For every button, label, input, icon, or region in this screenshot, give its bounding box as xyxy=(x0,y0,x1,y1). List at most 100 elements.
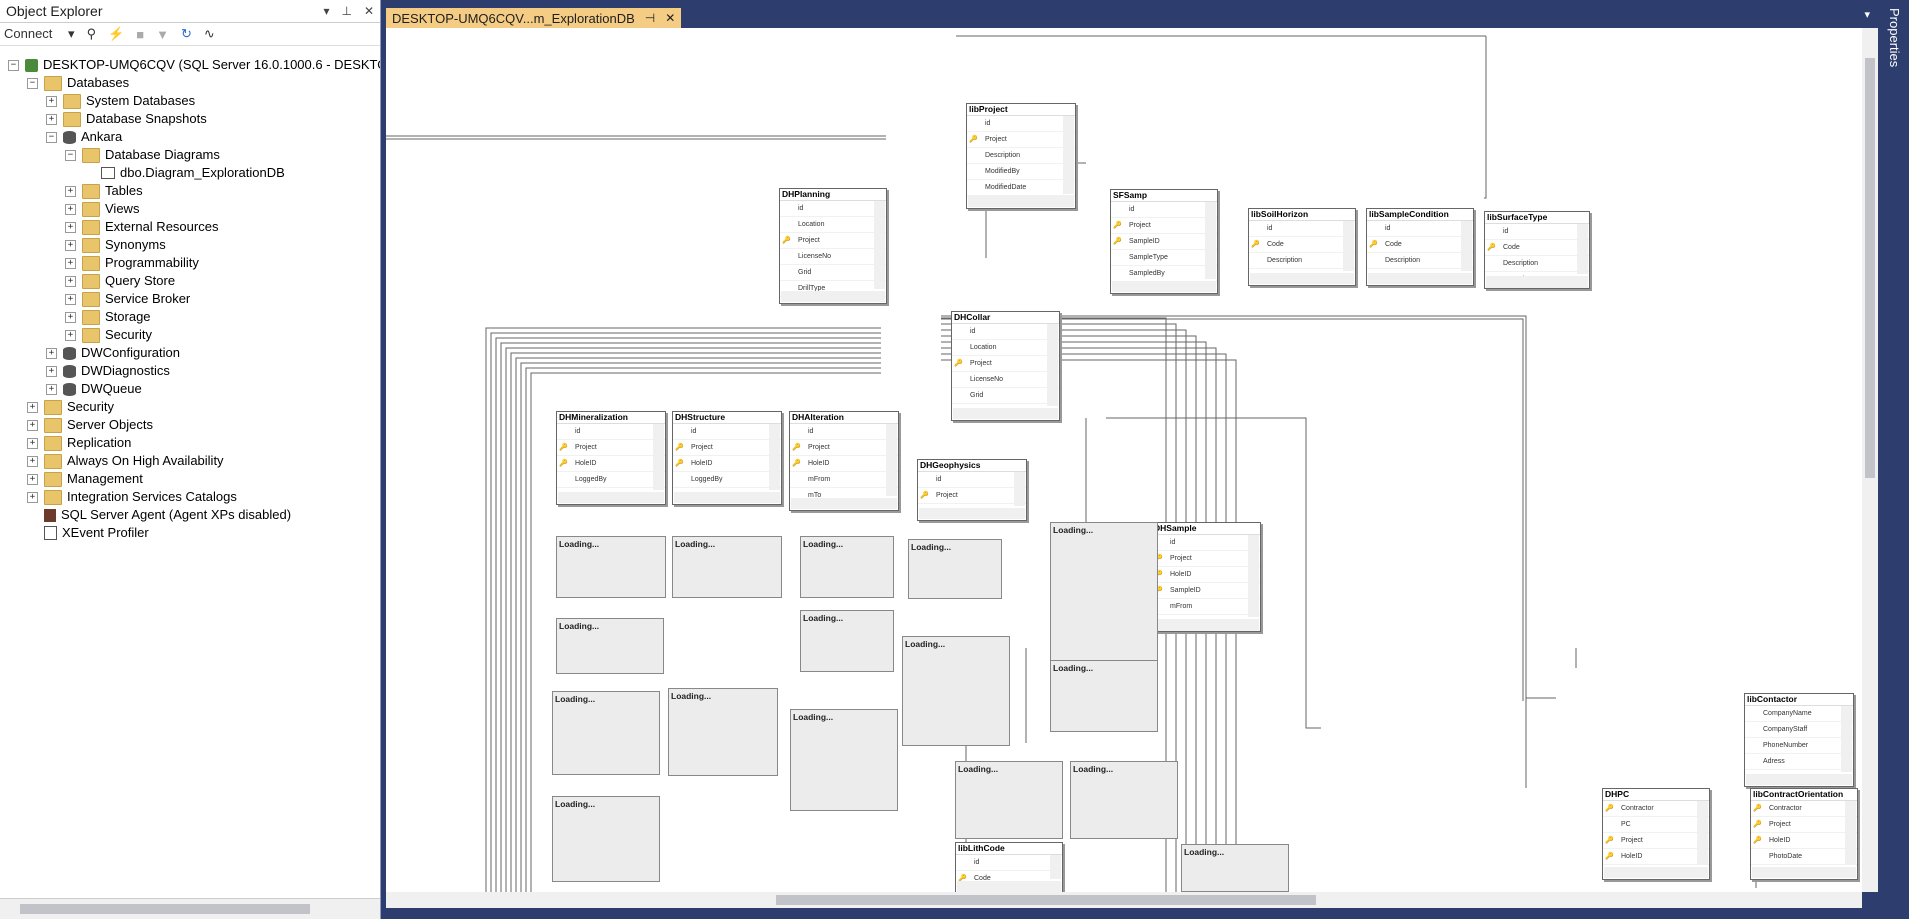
expand-icon[interactable]: + xyxy=(27,455,38,467)
relationship-line[interactable] xyxy=(1484,36,1487,199)
expand-icon[interactable]: + xyxy=(46,347,57,359)
table-column[interactable]: id xyxy=(1111,202,1217,218)
table-column[interactable]: LoggedBy xyxy=(557,472,665,488)
loading-table[interactable]: Loading... xyxy=(556,618,664,674)
table-column[interactable]: Project xyxy=(780,233,886,249)
diagram-vertical-scrollbar[interactable] xyxy=(1862,28,1878,892)
close-icon[interactable]: ✕ xyxy=(364,4,374,18)
table-column[interactable]: Contractor xyxy=(1751,801,1857,817)
expand-icon[interactable]: + xyxy=(46,113,57,125)
table-vertical-scrollbar[interactable] xyxy=(874,201,885,289)
table-column[interactable]: Contractor xyxy=(1603,801,1709,817)
table-horizontal-scrollbar[interactable] xyxy=(1752,867,1856,878)
loading-table[interactable]: Loading... xyxy=(790,709,898,811)
tree-node[interactable]: − DESKTOP-UMQ6CQV (SQL Server 16.0.1000.6… xyxy=(8,56,380,74)
table-column[interactable]: HoleID xyxy=(557,456,665,472)
table-vertical-scrollbar[interactable] xyxy=(886,424,897,496)
expand-icon[interactable]: + xyxy=(65,257,76,269)
table-libsoilhorizon[interactable]: libSoilHorizonidCodeDescription xyxy=(1248,208,1356,286)
tree-node[interactable]: + Storage xyxy=(65,308,151,326)
table-column[interactable]: Grid xyxy=(952,388,1059,404)
tree-node[interactable]: SQL Server Agent (Agent XPs disabled) xyxy=(27,506,291,524)
table-horizontal-scrollbar[interactable] xyxy=(919,508,1025,519)
loading-table[interactable]: Loading... xyxy=(552,691,660,775)
table-vertical-scrollbar[interactable] xyxy=(1050,855,1061,879)
scrollbar-thumb[interactable] xyxy=(20,904,310,914)
table-horizontal-scrollbar[interactable] xyxy=(674,492,780,503)
table-horizontal-scrollbar[interactable] xyxy=(1746,774,1852,785)
tree-node[interactable]: + System Databases xyxy=(46,92,195,110)
table-column[interactable]: SampleID xyxy=(1152,583,1260,599)
table-column[interactable]: CompanyName xyxy=(1745,706,1853,722)
table-column[interactable]: CompanyStaff xyxy=(1745,722,1853,738)
object-explorer-horizontal-scrollbar[interactable] xyxy=(0,898,380,919)
table-dhgeophysics[interactable]: DHGeophysicsidProject xyxy=(917,459,1027,521)
table-column[interactable]: id xyxy=(1485,224,1589,240)
table-dhalteration[interactable]: DHAlterationidProjectHoleIDmFrommTo xyxy=(789,411,899,511)
table-column[interactable]: Project xyxy=(1603,833,1709,849)
tree-node[interactable]: + External Resources xyxy=(65,218,218,236)
loading-table[interactable]: Loading... xyxy=(1070,761,1178,839)
table-libcontactor[interactable]: libContactor CompanyName CompanyStaff Phone… xyxy=(1744,693,1854,787)
table-vertical-scrollbar[interactable] xyxy=(1461,221,1472,271)
filter-icon[interactable]: ▼ xyxy=(156,27,169,42)
scrollbar-thumb[interactable] xyxy=(1865,58,1875,478)
table-column[interactable]: Description xyxy=(967,148,1075,164)
table-column[interactable]: SampleType xyxy=(1111,250,1217,266)
table-column[interactable]: LicenseNo xyxy=(780,249,886,265)
table-column[interactable]: LicenseNo xyxy=(952,372,1059,388)
expand-icon[interactable]: + xyxy=(65,293,76,305)
expand-icon[interactable]: + xyxy=(65,311,76,323)
table-dhmineralization[interactable]: DHMineralizationidProjectHoleIDLoggedBy xyxy=(556,411,666,505)
tree-node[interactable]: + DWConfiguration xyxy=(46,344,180,362)
table-column[interactable]: id xyxy=(956,855,1062,871)
tree-node[interactable]: + Query Store xyxy=(65,272,175,290)
table-vertical-scrollbar[interactable] xyxy=(1063,116,1074,194)
table-vertical-scrollbar[interactable] xyxy=(1343,221,1354,271)
expand-icon[interactable]: + xyxy=(65,203,76,215)
table-column[interactable]: Project xyxy=(1751,817,1857,833)
table-column[interactable]: id xyxy=(918,472,1026,488)
table-horizontal-scrollbar[interactable] xyxy=(1153,619,1259,630)
loading-table[interactable]: Loading... xyxy=(1050,660,1158,732)
tree-node[interactable]: + DWQueue xyxy=(46,380,142,398)
collapse-icon[interactable]: − xyxy=(46,131,57,143)
table-horizontal-scrollbar[interactable] xyxy=(957,881,1061,892)
expand-icon[interactable]: + xyxy=(65,329,76,341)
expand-icon[interactable]: + xyxy=(46,365,57,377)
loading-table[interactable]: Loading... xyxy=(1181,844,1289,892)
tree-node[interactable]: + Security xyxy=(27,398,114,416)
table-dhpc[interactable]: DHPCContractorPCProjectHoleID xyxy=(1602,788,1710,880)
table-column[interactable]: ModifiedBy xyxy=(967,164,1075,180)
table-column[interactable]: id xyxy=(1249,221,1355,237)
table-dhsample[interactable]: DHSampleidProjectHoleIDSampleIDmFrommTo xyxy=(1151,522,1261,632)
tree-node[interactable]: + Synonyms xyxy=(65,236,166,254)
table-horizontal-scrollbar[interactable] xyxy=(1112,281,1216,292)
connect-plug-icon[interactable]: ⚲ xyxy=(87,26,97,42)
table-column[interactable]: id xyxy=(557,424,665,440)
expand-icon[interactable]: + xyxy=(65,239,76,251)
table-column[interactable]: id xyxy=(790,424,898,440)
table-column[interactable]: HoleID xyxy=(673,456,781,472)
tree-node[interactable]: + Server Objects xyxy=(27,416,153,434)
table-column[interactable]: Project xyxy=(673,440,781,456)
table-libproject[interactable]: libProjectidProjectDescriptionModifiedBy… xyxy=(966,103,1076,209)
tree-node[interactable]: − Databases xyxy=(27,74,129,92)
refresh-icon[interactable]: ↻ xyxy=(181,26,192,42)
expand-icon[interactable]: + xyxy=(65,275,76,287)
table-column[interactable]: ModifiedDate xyxy=(967,180,1075,196)
table-column[interactable]: Adress xyxy=(1745,754,1853,770)
table-vertical-scrollbar[interactable] xyxy=(1205,202,1216,279)
scrollbar-thumb[interactable] xyxy=(776,895,1316,905)
table-column[interactable]: HoleID xyxy=(1603,849,1709,865)
table-column[interactable]: SampledBy xyxy=(1111,266,1217,282)
expand-icon[interactable]: + xyxy=(46,95,57,107)
tree-node[interactable]: XEvent Profiler xyxy=(27,524,149,542)
table-column[interactable]: id xyxy=(780,201,886,217)
tree-node[interactable]: + Replication xyxy=(27,434,131,452)
table-liblithcode[interactable]: libLithCodeidCodeDescription xyxy=(955,842,1063,892)
loading-table[interactable]: Loading... xyxy=(552,796,660,882)
table-column[interactable]: PhotoDate xyxy=(1751,849,1857,865)
tree-node[interactable]: + Always On High Availability xyxy=(27,452,224,470)
loading-table[interactable]: Loading... xyxy=(668,688,778,776)
